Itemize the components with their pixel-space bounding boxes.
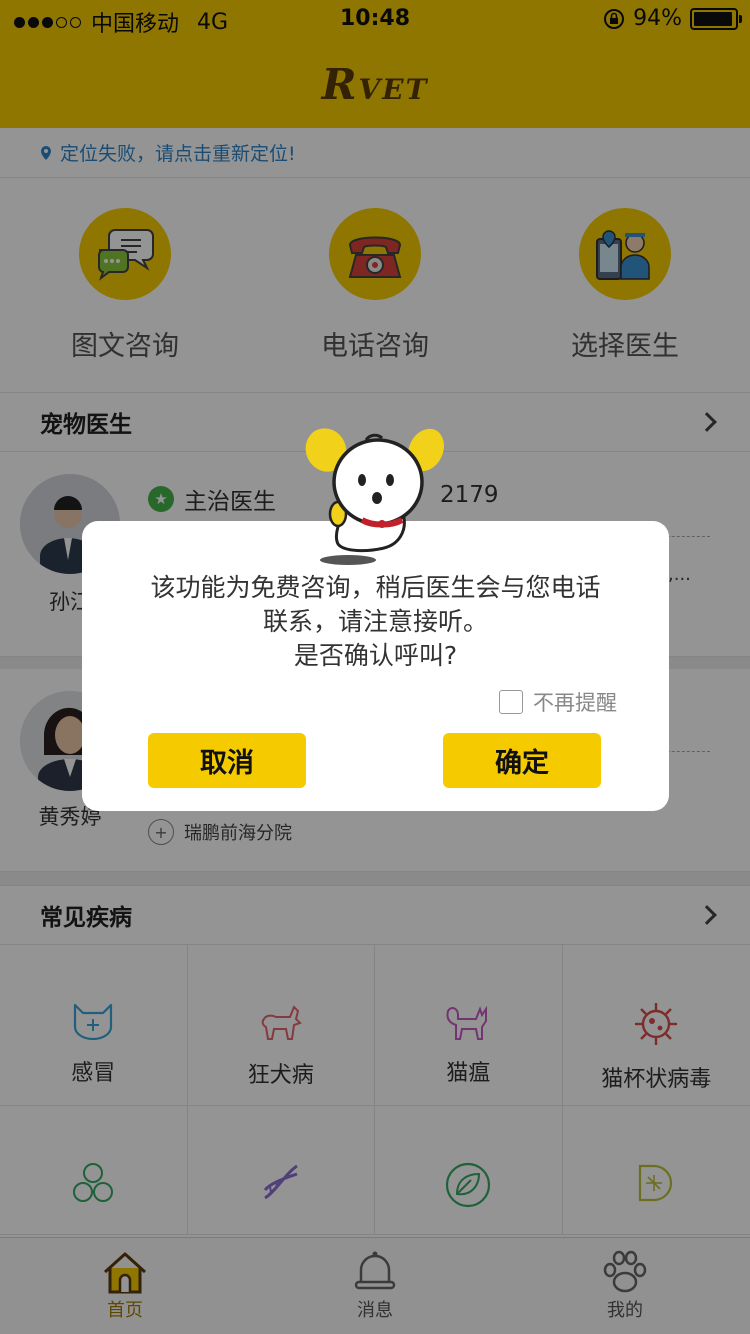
dont-remind-checkbox[interactable] — [499, 690, 523, 714]
confirm-button[interactable]: 确定 — [443, 733, 601, 788]
dont-remind-option[interactable]: 不再提醒 — [499, 687, 617, 717]
cancel-button[interactable]: 取消 — [148, 733, 306, 788]
dog-mascot-icon — [305, 428, 444, 565]
dialog-message: 该功能为免费咨询，稍后医生会与您电话 联系，请注意接听。 是否确认呼叫? — [150, 573, 601, 670]
dont-remind-label: 不再提醒 — [533, 691, 617, 715]
